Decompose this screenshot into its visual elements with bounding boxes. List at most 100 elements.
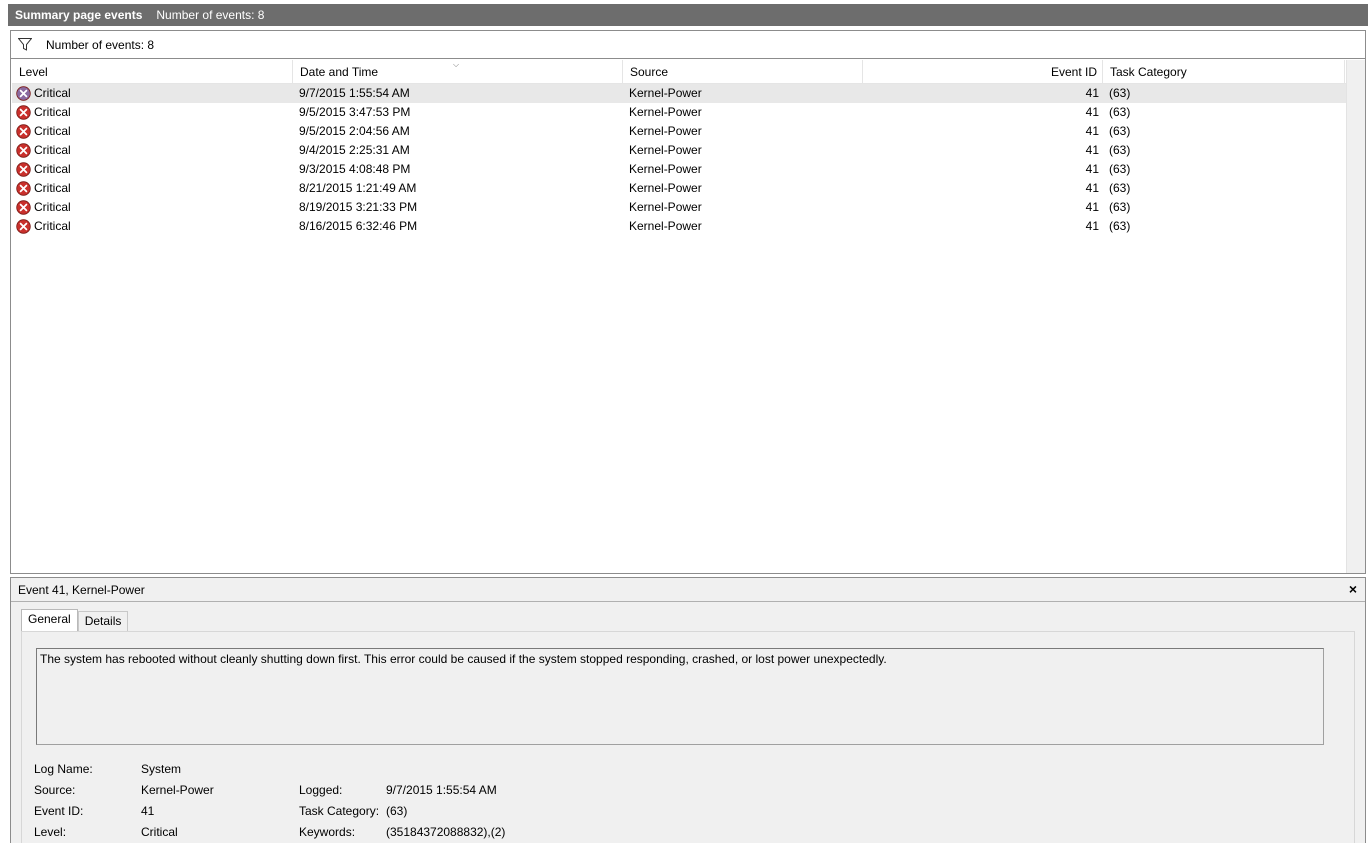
level-cell: Critical xyxy=(16,122,71,141)
level-text: Critical xyxy=(34,200,71,214)
level-text: Critical xyxy=(34,143,71,157)
date-cell: 9/7/2015 1:55:54 AM xyxy=(299,86,410,100)
keywords-value: (35184372088832),(2) xyxy=(386,825,506,839)
level-cell: Critical xyxy=(16,198,71,217)
critical-error-icon xyxy=(16,219,31,234)
task-category-cell: (63) xyxy=(1109,181,1131,195)
events-rows: Critical 9/7/2015 1:55:54 AM Kernel-Power 4… xyxy=(12,84,1346,236)
level-text: Critical xyxy=(34,124,71,138)
events-table: Level Date and Time ⌵ Source Event ID Ta… xyxy=(12,60,1346,573)
event-id-cell: 41 xyxy=(1085,105,1099,119)
event-detail-panel: Event 41, Kernel-Power × General Details… xyxy=(10,577,1366,843)
critical-error-icon xyxy=(16,162,31,177)
date-cell: 8/19/2015 3:21:33 PM xyxy=(299,200,418,214)
table-row[interactable]: Critical 9/4/2015 2:25:31 AM Kernel-Power 4… xyxy=(12,141,1346,160)
task-category-label: Task Category: xyxy=(299,804,380,818)
tab-details[interactable]: Details xyxy=(77,611,129,631)
column-header-task-category[interactable]: Task Category xyxy=(1103,60,1345,84)
tab-general[interactable]: General xyxy=(21,609,78,631)
event-description[interactable]: The system has rebooted without cleanly … xyxy=(36,648,1324,745)
table-row[interactable]: Critical 8/16/2015 6:32:46 PM Kernel-Power… xyxy=(12,217,1346,236)
column-header-row: Level Date and Time ⌵ Source Event ID Ta… xyxy=(12,60,1346,84)
task-category-cell: (63) xyxy=(1109,143,1131,157)
vertical-scrollbar[interactable] xyxy=(1346,60,1365,573)
date-cell: 8/21/2015 1:21:49 AM xyxy=(299,181,417,195)
level-cell: Critical xyxy=(16,141,71,160)
task-category-cell: (63) xyxy=(1109,200,1131,214)
source-cell: Kernel-Power xyxy=(629,105,702,119)
task-category-cell: (63) xyxy=(1109,86,1131,100)
level-cell: Critical xyxy=(16,84,71,103)
column-header-source[interactable]: Source xyxy=(623,60,863,84)
column-header-event-id[interactable]: Event ID xyxy=(863,60,1103,84)
event-id-cell: 41 xyxy=(1085,219,1099,233)
detail-title: Event 41, Kernel-Power xyxy=(18,582,145,597)
event-id-cell: 41 xyxy=(1085,200,1099,214)
source-label: Source: xyxy=(34,783,76,797)
level-text: Critical xyxy=(34,162,71,176)
date-cell: 9/5/2015 3:47:53 PM xyxy=(299,105,411,119)
critical-error-icon xyxy=(16,143,31,158)
source-cell: Kernel-Power xyxy=(629,86,702,100)
task-category-value: (63) xyxy=(386,804,408,818)
event-id-cell: 41 xyxy=(1085,124,1099,138)
level-cell: Critical xyxy=(16,179,71,198)
task-category-cell: (63) xyxy=(1109,219,1131,233)
level-text: Critical xyxy=(34,219,71,233)
date-cell: 8/16/2015 6:32:46 PM xyxy=(299,219,418,233)
table-row[interactable]: Critical 9/5/2015 3:47:53 PM Kernel-Power 4… xyxy=(12,103,1346,122)
date-cell: 9/4/2015 2:25:31 AM xyxy=(299,143,410,157)
table-row[interactable]: Critical 9/5/2015 2:04:56 AM Kernel-Power 4… xyxy=(12,122,1346,141)
table-row[interactable]: Critical 8/19/2015 3:21:33 PM Kernel-Power… xyxy=(12,198,1346,217)
event-id-value: 41 xyxy=(141,804,155,818)
table-row[interactable]: Critical 9/3/2015 4:08:48 PM Kernel-Power 4… xyxy=(12,160,1346,179)
level-label: Level: xyxy=(34,825,67,839)
source-cell: Kernel-Power xyxy=(629,181,702,195)
critical-error-icon xyxy=(16,200,31,215)
level-value: Critical xyxy=(141,825,178,839)
critical-error-icon xyxy=(16,124,31,139)
event-id-cell: 41 xyxy=(1085,181,1099,195)
sort-descending-icon: ⌵ xyxy=(453,60,460,69)
source-value: Kernel-Power xyxy=(141,783,214,797)
date-cell: 9/3/2015 4:08:48 PM xyxy=(299,162,411,176)
critical-error-icon xyxy=(16,105,31,120)
level-text: Critical xyxy=(34,105,71,119)
detail-header: Event 41, Kernel-Power × xyxy=(11,578,1365,602)
table-row[interactable]: Critical 9/7/2015 1:55:54 AM Kernel-Power 4… xyxy=(12,84,1346,103)
source-cell: Kernel-Power xyxy=(629,143,702,157)
event-list-panel: Number of events: 8 Level Date and Time … xyxy=(10,30,1366,574)
close-icon[interactable]: × xyxy=(1349,581,1357,597)
page-title: Summary page events xyxy=(15,8,143,22)
log-name-value: System xyxy=(141,762,182,776)
filter-event-count: Number of events: 8 xyxy=(46,37,155,52)
level-cell: Critical xyxy=(16,103,71,122)
critical-error-icon xyxy=(16,181,31,196)
event-id-cell: 41 xyxy=(1085,143,1099,157)
level-cell: Critical xyxy=(16,160,71,179)
filter-icon[interactable] xyxy=(18,38,32,51)
date-cell: 9/5/2015 2:04:56 AM xyxy=(299,124,410,138)
keywords-label: Keywords: xyxy=(299,825,356,839)
level-cell: Critical xyxy=(16,217,71,236)
event-id-cell: 41 xyxy=(1085,86,1099,100)
task-category-cell: (63) xyxy=(1109,124,1131,138)
event-id-cell: 41 xyxy=(1085,162,1099,176)
filter-bar: Number of events: 8 xyxy=(11,31,1365,59)
event-id-label: Event ID: xyxy=(34,804,84,818)
source-cell: Kernel-Power xyxy=(629,219,702,233)
level-text: Critical xyxy=(34,86,71,100)
source-cell: Kernel-Power xyxy=(629,162,702,176)
critical-error-icon xyxy=(16,86,31,101)
header-event-count: Number of events: 8 xyxy=(156,8,265,22)
table-row[interactable]: Critical 8/21/2015 1:21:49 AM Kernel-Power… xyxy=(12,179,1346,198)
detail-tabs: General Details xyxy=(21,609,129,631)
logged-value: 9/7/2015 1:55:54 AM xyxy=(386,783,497,797)
summary-title-bar: Summary page events Number of events: 8 xyxy=(8,4,1368,26)
source-cell: Kernel-Power xyxy=(629,200,702,214)
task-category-cell: (63) xyxy=(1109,105,1131,119)
level-text: Critical xyxy=(34,181,71,195)
column-header-level[interactable]: Level xyxy=(12,60,293,84)
source-cell: Kernel-Power xyxy=(629,124,702,138)
general-tab-content: The system has rebooted without cleanly … xyxy=(21,631,1355,843)
